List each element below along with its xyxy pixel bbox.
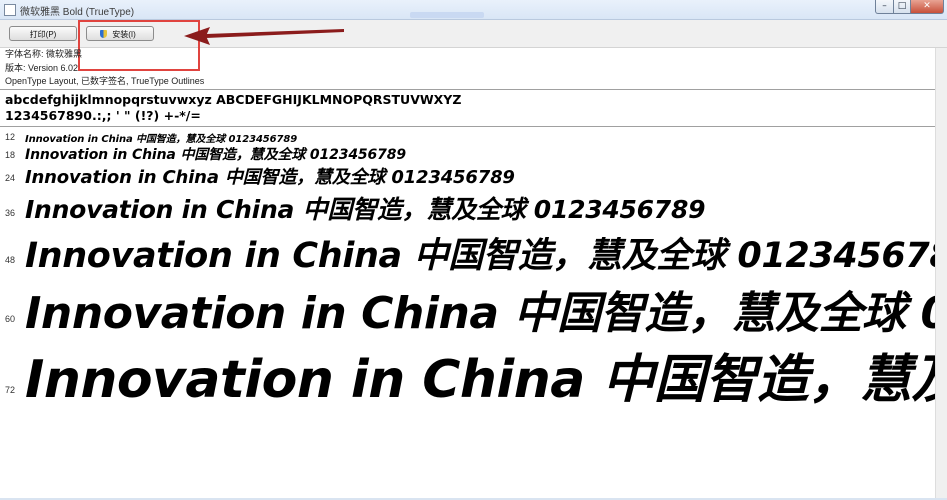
pointer-arrow-icon	[184, 27, 344, 45]
size-label: 60	[5, 314, 16, 324]
sample-row-60: 60 Innovation in China 中国智造，慧及全球 0123456…	[0, 277, 947, 337]
sample-row-48: 48 Innovation in China 中国智造，慧及全球 0123456…	[0, 227, 947, 277]
size-label: 72	[5, 385, 16, 395]
size-label: 24	[5, 173, 16, 183]
title-bar: 微软雅黑 Bold (TrueType) – □ ✕	[0, 0, 947, 20]
arrow-shaft	[206, 29, 344, 38]
font-viewer-window: 微软雅黑 Bold (TrueType) – □ ✕ 打印(P) 安装(I) 字…	[0, 0, 947, 500]
sample-text: Innovation in China 中国智造，慧及全球 0123456789	[25, 195, 706, 224]
size-label: 36	[5, 208, 16, 218]
sample-text: Innovation in China 中国智造，慧及全球 0123456789	[25, 236, 947, 276]
charset-digits: 1234567890.:,; ' " (!?) +-*/=	[5, 108, 201, 123]
sample-row-72: 72 Innovation in China 中国智造，慧及全球 0123456…	[0, 337, 947, 412]
maximize-button[interactable]: □	[893, 0, 911, 14]
title-bar-glow	[410, 12, 484, 18]
font-features-line: OpenType Layout, 已数字签名, TrueType Outline…	[5, 76, 205, 86]
divider	[0, 126, 947, 127]
font-file-icon	[4, 4, 16, 16]
minimize-button[interactable]: –	[875, 0, 894, 14]
size-label: 48	[5, 255, 16, 265]
sample-text: Innovation in China 中国智造，慧及全球 0123456789	[25, 134, 298, 145]
window-title: 微软雅黑 Bold (TrueType)	[20, 7, 135, 18]
charset-letters: abcdefghijklmnopqrstuvwxyz ABCDEFGHIJKLM…	[5, 92, 462, 107]
divider	[0, 89, 947, 90]
sample-text: Innovation in China 中国智造，慧及全球 0123456789	[25, 147, 406, 163]
close-button[interactable]: ✕	[910, 0, 944, 14]
font-version-line: 版本: Version 6.02	[5, 62, 79, 73]
sample-text: Innovation in China 中国智造，慧及全球 0123456789	[25, 167, 515, 188]
font-name-line: 字体名称: 微软雅黑	[5, 49, 83, 59]
size-label: 12	[5, 132, 16, 142]
vertical-scrollbar[interactable]	[935, 48, 947, 500]
sample-row-12: 12 Innovation in China 中国智造，慧及全球 0123456…	[0, 130, 947, 145]
print-button[interactable]: 打印(P)	[9, 26, 77, 41]
sample-row-18: 18 Innovation in China 中国智造，慧及全球 0123456…	[0, 144, 947, 164]
font-info: 字体名称: 微软雅黑 版本: Version 6.02 OpenType Lay…	[5, 48, 204, 89]
sample-row-36: 36 Innovation in China 中国智造，慧及全球 0123456…	[0, 190, 947, 228]
sample-text: Innovation in China 中国智造，慧及全球 0123456789	[25, 288, 947, 337]
sample-row-24: 24 Innovation in China 中国智造，慧及全球 0123456…	[0, 163, 947, 189]
sample-text: Innovation in China 中国智造，慧及全球 0123456789	[25, 350, 947, 410]
size-label: 18	[5, 150, 16, 160]
